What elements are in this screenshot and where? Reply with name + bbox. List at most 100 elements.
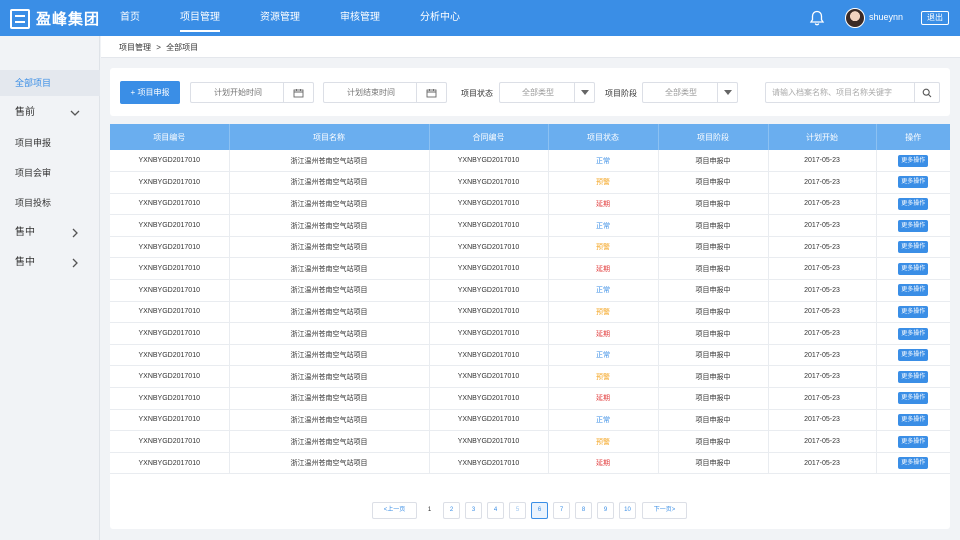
cell-status: 正常 <box>548 150 659 173</box>
more-actions-button[interactable]: 更多操作 <box>898 370 929 383</box>
cell-actions: 更多操作 <box>876 279 950 302</box>
sidebar-group-presales[interactable]: 售前 <box>0 100 100 126</box>
column-header-project-no[interactable]: 项目编号 <box>110 124 230 150</box>
more-actions-button[interactable]: 更多操作 <box>898 219 929 232</box>
bell-icon[interactable] <box>808 9 826 27</box>
sidebar-group-insales-2[interactable]: 售中 <box>0 250 100 276</box>
search-icon[interactable] <box>914 83 939 102</box>
more-actions-button[interactable]: 更多操作 <box>898 457 929 470</box>
nav-item-analysis-center[interactable]: 分析中心 <box>410 0 470 36</box>
page-button-7[interactable]: 7 <box>553 502 570 519</box>
more-actions-button[interactable]: 更多操作 <box>898 327 929 340</box>
column-header-stage[interactable]: 项目阶段 <box>658 124 769 150</box>
page-button-6[interactable]: 6 <box>531 502 548 519</box>
cell-status: 延期 <box>548 322 659 345</box>
table-row[interactable]: YXNBYGD2017010 浙江温州苍南空气站项目 YXNBYGD2017010 正… <box>110 214 950 237</box>
table-row[interactable]: YXNBYGD2017010 浙江温州苍南空气站项目 YXNBYGD2017010 预… <box>110 236 950 259</box>
table-row[interactable]: YXNBYGD2017010 浙江温州苍南空气站项目 YXNBYGD2017010 延… <box>110 193 950 216</box>
page-button-1[interactable]: 1 <box>421 502 438 519</box>
sidebar-item-project-review[interactable]: 项目会审 <box>0 160 100 186</box>
column-header-plan-start[interactable]: 计划开始 <box>768 124 877 150</box>
table-row[interactable]: YXNBYGD2017010 浙江温州苍南空气站项目 YXNBYGD2017010 延… <box>110 322 950 345</box>
nav-item-project-management[interactable]: 项目管理 <box>170 0 230 36</box>
page-button-8[interactable]: 8 <box>575 502 592 519</box>
end-date-field[interactable] <box>323 82 447 103</box>
cell-actions: 更多操作 <box>876 365 950 389</box>
cell-project-name: 浙江温州苍南空气站项目 <box>229 257 430 281</box>
more-actions-button[interactable]: 更多操作 <box>898 197 929 210</box>
cell-status: 正常 <box>548 409 659 432</box>
sidebar-group-label: 售中 <box>15 257 35 268</box>
breadcrumb-item[interactable]: 项目管理 <box>119 43 151 52</box>
nav-item-home[interactable]: 首页 <box>110 0 150 36</box>
top-navbar: 盈峰集团 首页 项目管理 资源管理 审核管理 分析中心 shueynn 退出 <box>0 0 960 36</box>
table-row[interactable]: YXNBYGD2017010 浙江温州苍南空气站项目 YXNBYGD2017010 正… <box>110 279 950 302</box>
cell-actions: 更多操作 <box>876 171 950 194</box>
next-page-button[interactable]: 下一页> <box>642 502 687 519</box>
page-button-4[interactable]: 4 <box>487 502 504 519</box>
calendar-icon[interactable] <box>416 83 446 102</box>
sidebar-item-all-projects[interactable]: 全部项目 <box>0 70 100 96</box>
search-input[interactable] <box>766 83 916 102</box>
more-actions-button[interactable]: 更多操作 <box>898 349 929 362</box>
cell-stage: 项目申报中 <box>658 279 769 302</box>
page-button-3[interactable]: 3 <box>465 502 482 519</box>
table-row[interactable]: YXNBYGD2017010 浙江温州苍南空气站项目 YXNBYGD2017010 正… <box>110 150 950 173</box>
status-filter-label: 项目状态 <box>461 89 493 98</box>
search-box[interactable] <box>765 82 940 103</box>
table-row[interactable]: YXNBYGD2017010 浙江温州苍南空气站项目 YXNBYGD2017010 延… <box>110 452 950 475</box>
cell-stage: 项目申报中 <box>658 257 769 281</box>
more-actions-button[interactable]: 更多操作 <box>898 435 929 448</box>
table-row[interactable]: YXNBYGD2017010 浙江温州苍南空气站项目 YXNBYGD2017010 延… <box>110 257 950 281</box>
column-header-project-name[interactable]: 项目名称 <box>229 124 430 150</box>
avatar[interactable] <box>845 8 865 28</box>
breadcrumb: 项目管理 > 全部项目 <box>119 42 201 53</box>
prev-page-button[interactable]: <上一页 <box>372 502 417 519</box>
more-actions-button[interactable]: 更多操作 <box>898 413 929 426</box>
table-row[interactable]: YXNBYGD2017010 浙江温州苍南空气站项目 YXNBYGD2017010 预… <box>110 301 950 324</box>
more-actions-button[interactable]: 更多操作 <box>898 305 929 318</box>
sidebar: 全部项目 售前 项目申报 项目会审 项目投标 售中 售中 <box>0 36 100 540</box>
nav-item-audit-management[interactable]: 审核管理 <box>330 0 390 36</box>
chevron-right-icon <box>72 258 78 268</box>
status-select[interactable]: 全部类型 <box>499 82 595 103</box>
table-row[interactable]: YXNBYGD2017010 浙江温州苍南空气站项目 YXNBYGD2017010 延… <box>110 387 950 410</box>
cell-project-name: 浙江温州苍南空气站项目 <box>229 344 430 367</box>
page-button-2[interactable]: 2 <box>443 502 460 519</box>
start-date-field[interactable] <box>190 82 314 103</box>
sidebar-item-project-bidding[interactable]: 项目投标 <box>0 190 100 216</box>
more-actions-button[interactable]: 更多操作 <box>898 392 929 405</box>
table-row[interactable]: YXNBYGD2017010 浙江温州苍南空气站项目 YXNBYGD2017010 预… <box>110 171 950 194</box>
end-date-input[interactable] <box>324 83 418 102</box>
stage-select[interactable]: 全部类型 <box>642 82 738 103</box>
page-button-10[interactable]: 10 <box>619 502 636 519</box>
column-header-contract-no[interactable]: 合同编号 <box>429 124 549 150</box>
sidebar-item-project-declaration[interactable]: 项目申报 <box>0 130 100 156</box>
table-row[interactable]: YXNBYGD2017010 浙江温州苍南空气站项目 YXNBYGD2017010 正… <box>110 344 950 367</box>
column-header-status[interactable]: 项目状态 <box>548 124 659 150</box>
username[interactable]: shueynn <box>869 12 903 22</box>
logout-button[interactable]: 退出 <box>921 11 949 25</box>
more-actions-button[interactable]: 更多操作 <box>898 241 929 254</box>
sidebar-group-insales-1[interactable]: 售中 <box>0 220 100 246</box>
cell-stage: 项目申报中 <box>658 452 769 475</box>
brand-logo[interactable]: 盈峰集团 <box>10 8 100 29</box>
new-declaration-button[interactable]: + 项目申报 <box>120 81 180 104</box>
nav-item-resource-management[interactable]: 资源管理 <box>250 0 310 36</box>
table-row[interactable]: YXNBYGD2017010 浙江温州苍南空气站项目 YXNBYGD2017010 预… <box>110 365 950 389</box>
calendar-icon[interactable] <box>283 83 313 102</box>
more-actions-button[interactable]: 更多操作 <box>898 154 929 167</box>
page-button-9[interactable]: 9 <box>597 502 614 519</box>
cell-actions: 更多操作 <box>876 344 950 367</box>
more-actions-button[interactable]: 更多操作 <box>898 176 929 189</box>
cell-stage: 项目申报中 <box>658 430 769 453</box>
cell-project-name: 浙江温州苍南空气站项目 <box>229 171 430 194</box>
page-button-5[interactable]: 5 <box>509 502 526 519</box>
more-actions-button[interactable]: 更多操作 <box>898 284 929 297</box>
more-actions-button[interactable]: 更多操作 <box>898 262 929 275</box>
table-row[interactable]: YXNBYGD2017010 浙江温州苍南空气站项目 YXNBYGD2017010 正… <box>110 409 950 432</box>
start-date-input[interactable] <box>191 83 285 102</box>
cell-project-no: YXNBYGD2017010 <box>110 430 230 453</box>
chevron-down-icon <box>70 110 80 116</box>
table-row[interactable]: YXNBYGD2017010 浙江温州苍南空气站项目 YXNBYGD2017010 预… <box>110 430 950 453</box>
